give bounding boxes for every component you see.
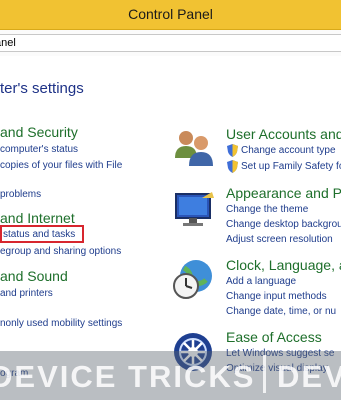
watermark-separator xyxy=(263,355,266,393)
category-ease-of-access[interactable]: Ease of Access xyxy=(226,329,322,345)
link-mobility-settings[interactable]: nonly used mobility settings xyxy=(0,318,122,329)
users-icon xyxy=(175,131,213,166)
watermark-banner: DEVICE TRICKS DEV xyxy=(0,351,341,400)
address-bar: anel xyxy=(0,30,341,57)
category-hardware-sound[interactable]: and Sound xyxy=(0,268,68,284)
control-panel-content: ter's settings and Security computer's s… xyxy=(0,56,341,400)
clock-globe-icon xyxy=(173,260,212,299)
link-find-problems[interactable]: problems xyxy=(0,189,41,200)
watermark-text: DEVICE TRICKS xyxy=(0,359,256,394)
link-change-account-type[interactable]: Change account type xyxy=(241,145,336,156)
watermark-text-secondary: DEV xyxy=(277,359,341,394)
link-change-theme[interactable]: Change the theme xyxy=(226,204,308,215)
category-appearance[interactable]: Appearance and Pe xyxy=(226,185,341,201)
appearance-icon xyxy=(175,192,214,226)
link-desktop-background[interactable]: Change desktop backgrou xyxy=(226,219,341,230)
window-titlebar[interactable]: Control Panel xyxy=(0,0,341,30)
category-system-security[interactable]: and Security xyxy=(0,124,78,140)
link-input-methods[interactable]: Change input methods xyxy=(226,291,327,302)
link-add-language[interactable]: Add a language xyxy=(226,276,296,287)
category-clock-language[interactable]: Clock, Language, a xyxy=(226,257,341,273)
link-family-safety[interactable]: Set up Family Safety fo xyxy=(241,161,341,172)
shield-icon xyxy=(227,144,238,157)
link-screen-resolution[interactable]: Adjust screen resolution xyxy=(226,234,333,245)
window-title: Control Panel xyxy=(128,6,213,22)
category-user-accounts[interactable]: User Accounts and xyxy=(226,126,341,142)
link-computer-status[interactable]: computer's status xyxy=(0,144,78,155)
link-network-status[interactable]: status and tasks xyxy=(3,229,75,240)
page-heading: ter's settings xyxy=(0,80,84,97)
address-field[interactable]: anel xyxy=(0,34,341,52)
link-file-history[interactable]: copies of your files with File xyxy=(0,160,122,171)
link-date-time[interactable]: Change date, time, or nu xyxy=(226,306,336,317)
category-network-internet[interactable]: and Internet xyxy=(0,210,75,226)
shield-icon xyxy=(227,160,238,173)
address-text: anel xyxy=(0,37,16,49)
link-devices-printers[interactable]: and printers xyxy=(0,288,53,299)
link-homegroup[interactable]: egroup and sharing options xyxy=(0,246,121,257)
